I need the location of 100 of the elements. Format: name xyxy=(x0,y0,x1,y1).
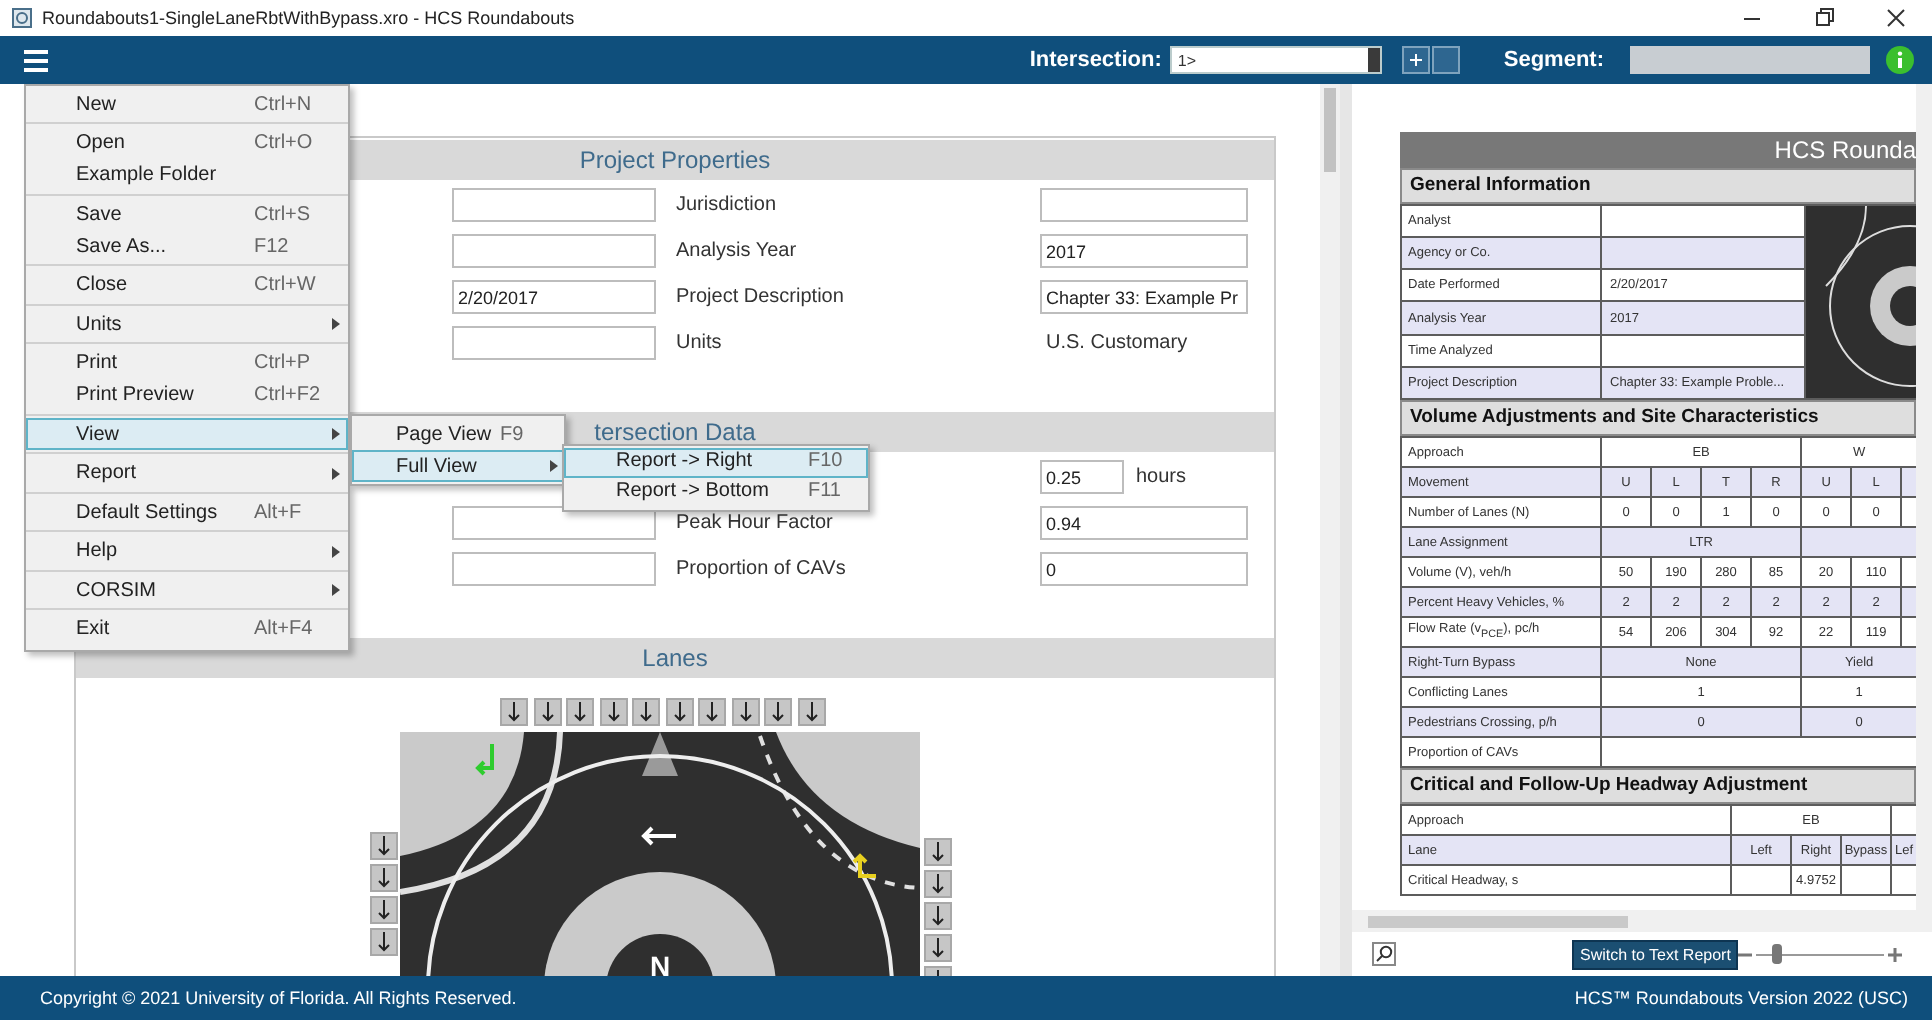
menu-item[interactable]: Full View xyxy=(352,450,564,482)
lane-button[interactable] xyxy=(764,698,792,726)
menu-item[interactable]: Save Ctrl+S xyxy=(26,198,348,230)
menu-item[interactable]: Page View F9 xyxy=(352,418,564,450)
menu-icon[interactable] xyxy=(24,49,48,71)
zoom-slider[interactable] xyxy=(1756,944,1885,964)
menu-item[interactable]: Close Ctrl+W xyxy=(26,269,348,301)
menu-item[interactable]: Print Preview Ctrl+F2 xyxy=(26,379,348,411)
text-field[interactable] xyxy=(452,552,656,586)
shortcut-label: Ctrl+W xyxy=(254,274,318,296)
lane-button[interactable] xyxy=(370,928,398,956)
lane-arrow-icon xyxy=(638,702,654,722)
menu-item[interactable]: New Ctrl+N xyxy=(26,88,348,120)
lane-button[interactable] xyxy=(924,902,952,930)
lane-arrow-icon xyxy=(572,702,588,722)
lane-button[interactable] xyxy=(566,698,594,726)
text-field[interactable]: 2017 xyxy=(1040,234,1248,268)
menu-item[interactable]: Default Settings Alt+F xyxy=(26,496,348,528)
lane-arrow-icon xyxy=(737,702,753,722)
text-field[interactable] xyxy=(452,506,656,540)
section-header: General Information xyxy=(1400,168,1916,204)
text-field[interactable]: 2/20/2017 xyxy=(452,280,656,314)
menu-item[interactable]: Units xyxy=(26,308,348,340)
lane-button[interactable] xyxy=(731,698,759,726)
lane-arrow-icon xyxy=(506,702,522,722)
lane-button[interactable] xyxy=(797,698,825,726)
maximize-icon[interactable] xyxy=(1814,8,1834,28)
lane-arrow-icon xyxy=(671,702,687,722)
lane-button[interactable] xyxy=(924,934,952,962)
intersection-dropdown[interactable]: 1> xyxy=(1169,46,1382,74)
text-field[interactable]: 0.94 xyxy=(1040,506,1248,540)
close-icon[interactable] xyxy=(1886,8,1906,28)
north-label: N xyxy=(649,950,671,976)
menu-item[interactable]: Help xyxy=(26,535,348,567)
slider-thumb[interactable] xyxy=(1771,944,1782,964)
field-value: U.S. Customary xyxy=(1044,332,1190,354)
vertical-scrollbar[interactable] xyxy=(1320,84,1340,976)
text-field[interactable]: 0.25 xyxy=(1040,460,1124,494)
switch-report-button[interactable]: Switch to Text Report xyxy=(1572,939,1739,969)
menu-item[interactable]: Report xyxy=(26,457,348,489)
horizontal-scrollbar[interactable] xyxy=(1352,910,1932,932)
field-label: Analysis Year xyxy=(676,240,797,262)
vertical-scrollbar[interactable] xyxy=(1916,84,1932,910)
text-field[interactable] xyxy=(452,326,656,360)
menu-item[interactable]: View xyxy=(26,418,348,450)
window-title: Roundabouts1-SingleLaneRbtWithBypass.xro - HCS Roundabouts xyxy=(42,8,575,28)
lane-button[interactable] xyxy=(698,698,726,726)
text-field[interactable] xyxy=(452,234,656,268)
lane-arrow-icon xyxy=(376,900,392,920)
lane-arrow-icon xyxy=(376,868,392,888)
lane-arrow-icon xyxy=(803,702,819,722)
report-title: HCS Rounda xyxy=(1400,132,1916,168)
text-field[interactable]: 0 xyxy=(1040,552,1248,586)
intersection-label: Intersection: xyxy=(1029,48,1162,72)
field-label: Units xyxy=(676,332,722,354)
section-header: Lanes xyxy=(76,638,1274,678)
shortcut-label: F12 xyxy=(254,235,291,257)
menu-item[interactable]: Save As... F12 xyxy=(26,230,348,262)
version-text: HCS™ Roundabouts Version 2022 (USC) xyxy=(1574,988,1908,1008)
section-header: Volume Adjustments and Site Characteristics xyxy=(1400,400,1916,436)
zoom-in-icon[interactable] xyxy=(1888,947,1903,961)
menu-item[interactable]: Report -> Bottom F11 xyxy=(564,478,868,508)
lane-button[interactable] xyxy=(665,698,693,726)
table-cell xyxy=(1731,865,1791,895)
section-header: Critical and Follow-Up Headway Adjustment xyxy=(1400,768,1916,804)
lane-arrow-icon xyxy=(930,938,946,958)
text-field[interactable] xyxy=(452,188,656,222)
field-label: Jurisdiction xyxy=(676,194,777,216)
field-label: Peak Hour Factor xyxy=(676,512,833,534)
shortcut-label: Ctrl+F2 xyxy=(254,384,323,406)
lane-button[interactable] xyxy=(632,698,660,726)
search-icon[interactable] xyxy=(1372,942,1396,966)
lane-arrow-icon xyxy=(930,874,946,894)
add-button[interactable] xyxy=(1401,46,1430,74)
text-field[interactable] xyxy=(1040,188,1248,222)
lane-button[interactable] xyxy=(533,698,561,726)
table-cell xyxy=(1841,865,1892,895)
field-label: Proportion of CAVs xyxy=(676,558,846,580)
lane-arrow-icon xyxy=(605,702,621,722)
lane-button[interactable] xyxy=(370,896,398,924)
shortcut-label: Alt+F4 xyxy=(254,618,315,640)
app-icon xyxy=(12,8,32,28)
lane-arrow-icon xyxy=(376,932,392,952)
info-icon[interactable] xyxy=(1886,46,1914,74)
lane-arrow-icon xyxy=(770,702,786,722)
lane-button[interactable] xyxy=(599,698,627,726)
table-cell xyxy=(1801,527,1916,557)
lane-button[interactable] xyxy=(924,838,952,866)
menu-item[interactable]: CORSIM xyxy=(26,574,348,606)
menu-item[interactable]: Report -> Right F10 xyxy=(564,448,868,478)
lane-button[interactable] xyxy=(370,864,398,892)
text-field[interactable]: Chapter 33: Example Pr xyxy=(1040,280,1248,314)
lane-arrow-icon xyxy=(539,702,555,722)
lane-button[interactable] xyxy=(370,832,398,860)
lane-button[interactable] xyxy=(500,698,528,726)
shortcut-label: Ctrl+S xyxy=(254,203,313,225)
menu-item[interactable]: Print Ctrl+P xyxy=(26,347,348,379)
lane-arrow-icon xyxy=(704,702,720,722)
shortcut-label: Ctrl+P xyxy=(254,352,313,374)
lane-button[interactable] xyxy=(924,870,952,898)
